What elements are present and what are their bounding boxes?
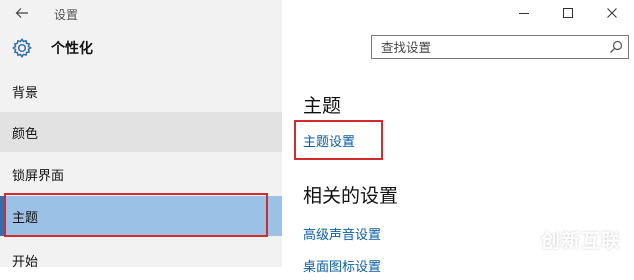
search-icon[interactable] [608, 39, 624, 55]
section-title-related: 相关的设置 [303, 185, 399, 207]
sidebar-item-colors[interactable]: 颜色 [0, 112, 282, 152]
maximize-button[interactable] [546, 0, 590, 26]
back-button[interactable] [0, 0, 44, 26]
page-title: 个性化 [51, 41, 93, 57]
sidebar-item-label: 锁屏界面 [12, 168, 65, 184]
search-input[interactable] [372, 36, 603, 58]
section-title-theme: 主题 [303, 95, 342, 117]
close-icon [607, 8, 617, 18]
related-link-desktop-icons[interactable]: 桌面图标设置 [303, 256, 381, 275]
sidebar-item-lock-screen[interactable]: 锁屏界面 [0, 154, 282, 194]
close-button[interactable] [590, 0, 634, 26]
back-arrow-icon [15, 8, 28, 18]
sidebar-item-label: 背景 [12, 85, 39, 101]
window-controls [502, 0, 634, 26]
search-box[interactable] [371, 35, 629, 59]
sidebar-item-label: 颜色 [12, 126, 39, 142]
brand-logo-icon [498, 221, 534, 257]
maximize-icon [563, 8, 573, 18]
watermark-text: 创新互联 [541, 229, 622, 252]
sidebar-item-background[interactable]: 背景 [0, 71, 282, 111]
gear-icon [11, 37, 32, 59]
minimize-icon [519, 13, 529, 14]
annotation-box-themes [4, 193, 268, 237]
minimize-button[interactable] [502, 0, 546, 26]
watermark: 创新互联 [497, 215, 631, 263]
window-title: 设置 [54, 8, 79, 22]
sidebar-item-start[interactable]: 开始 [0, 240, 282, 280]
annotation-box-theme-settings [294, 120, 383, 160]
related-link-advanced-sound[interactable]: 高级声音设置 [303, 224, 381, 243]
